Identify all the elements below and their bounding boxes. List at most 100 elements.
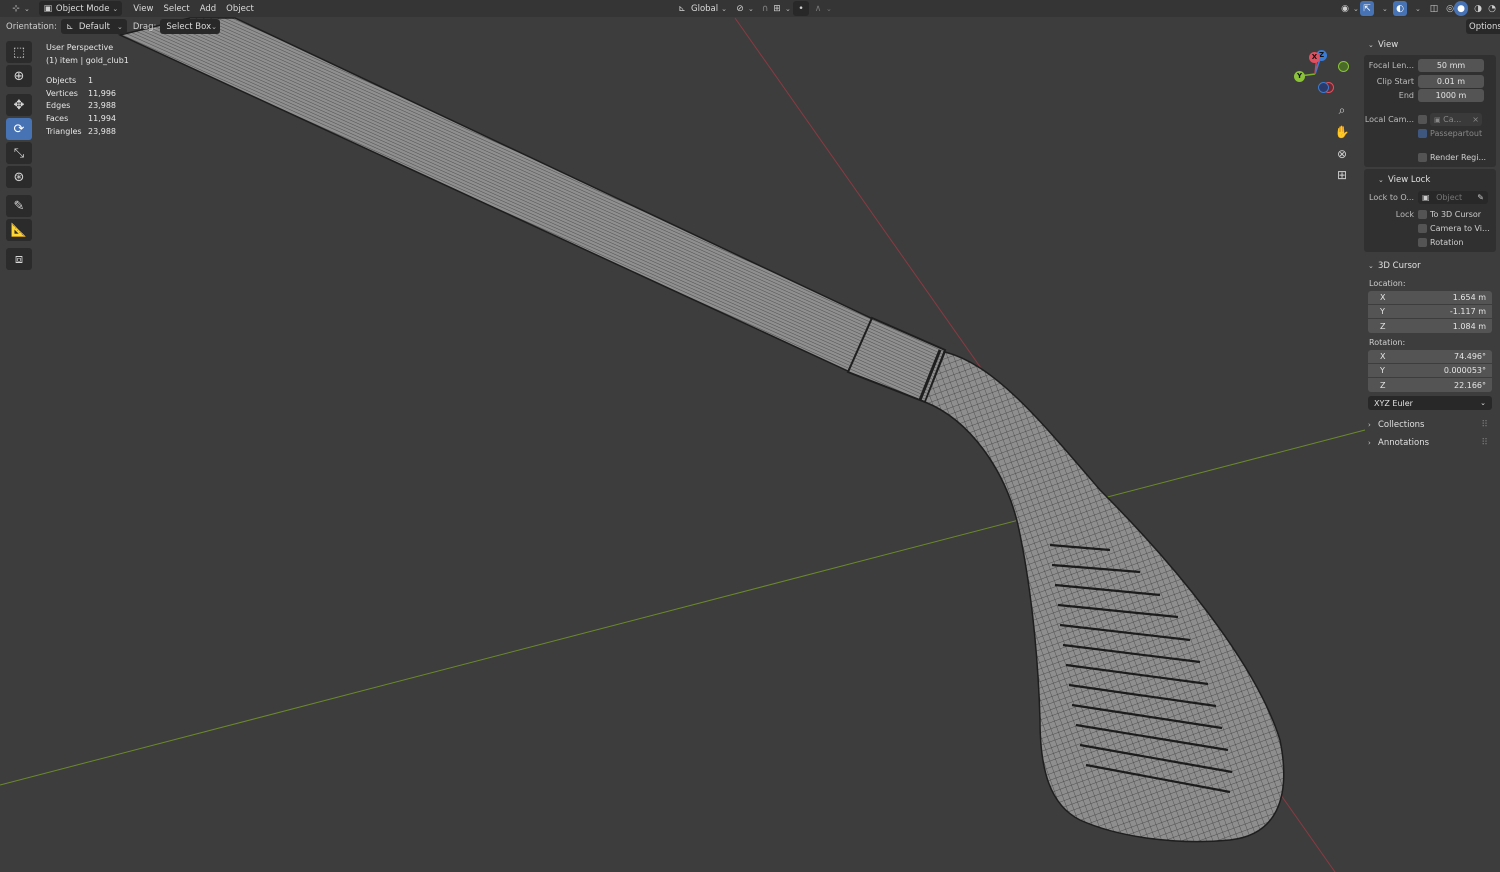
pan-hand-icon[interactable]: ✋ [1331,123,1353,141]
drag-handle-icon[interactable]: ⠿ [1481,420,1496,430]
lock-to-cursor-checkbox[interactable] [1418,209,1427,219]
editor-type-icon: ⊹ [12,3,20,14]
axis-label: Y [1380,366,1385,375]
drag-handle-icon[interactable]: ⠿ [1481,438,1496,448]
axis-value: 22.166° [1454,380,1486,390]
stat-key: Triangles [46,126,82,136]
zoom-icon[interactable]: ⌕ [1331,101,1353,119]
add-cube-icon[interactable]: ⧈ [6,248,32,270]
select-box-icon[interactable]: ⬚ [6,41,32,63]
view-panel-header[interactable]: ⌄ View [1364,35,1496,55]
rotation-mode-dropdown[interactable]: XYZ Euler ⌄ [1368,396,1492,410]
move-icon[interactable]: ✥ [6,94,32,116]
lock-rotation-checkbox[interactable] [1418,237,1427,247]
transform-icon[interactable]: ⊛ [6,166,32,188]
view-lock-header[interactable]: ⌄ View Lock [1364,172,1496,188]
menu-select[interactable]: Select [158,1,194,16]
gizmo-neg-y-axis[interactable] [1338,61,1349,72]
gizmo-neg-z-axis[interactable] [1318,82,1329,93]
overlays-toggle[interactable]: ◐ [1393,1,1407,16]
camera-to-view-checkbox[interactable] [1418,223,1427,233]
rendered-shading-icon: ◔ [1488,3,1496,14]
scale-icon[interactable]: ⤡ [6,142,32,164]
perspective-grid-icon[interactable]: ⊞ [1331,166,1353,184]
focal-length-field[interactable]: 50 mm [1418,58,1484,72]
transform-orientation-dropdown[interactable]: ⊾ Global ⌄ [672,1,732,16]
viewport-scene[interactable] [0,0,1500,872]
passepartout-label: Passepartout [1430,128,1483,138]
object-icon: ▣ [1422,192,1430,202]
stat-row: Objects 1 [46,75,129,88]
orientation-global-icon: ⊾ [678,3,686,14]
orientation-default-icon: ⊾ [66,21,74,32]
menu-view[interactable]: View [128,1,158,16]
collections-title: Collections [1378,420,1425,430]
gizmo-dropdown[interactable]: ⌄ [1374,1,1393,16]
view-name: User Perspective [46,43,114,52]
gizmo-x-axis[interactable]: X [1309,52,1320,63]
camera-view-icon[interactable]: ⊗ [1331,145,1353,163]
cursor-location-x[interactable]: X 1.654 m [1368,291,1492,305]
gizmo-toggle[interactable]: ⇱ [1360,1,1374,16]
solid-shading-icon: ● [1457,3,1465,14]
menu-add[interactable]: Add [195,1,221,16]
cursor-panel: Location: X 1.654 m Y -1.117 m Z 1.084 m Ro… [1364,277,1496,410]
axis-value: 1.084 m [1452,321,1486,331]
local-camera-field[interactable]: ▣ Ca... × [1430,112,1482,126]
selection-info: (1) item | gold_club1 [46,55,129,65]
axis-value: -1.117 m [1449,307,1486,316]
clip-start-field[interactable]: 0.01 m [1418,74,1484,88]
sidebar-n-panel: ⌄ View Focal Len... 50 mm Clip Start 0.01 … [1364,35,1496,452]
orientation-dropdown[interactable]: ⊾ Default ⌄ [60,19,127,34]
rotate-icon[interactable]: ⟳ [6,118,32,140]
axis-label: Y [1380,307,1385,316]
cursor-icon[interactable]: ⊕ [6,65,32,87]
measure-icon[interactable]: 📐 [6,219,32,241]
cursor-location-y[interactable]: Y -1.117 m [1368,305,1492,319]
render-region-checkbox[interactable] [1418,152,1427,162]
cursor-rotation-y[interactable]: Y 0.000053° [1368,364,1492,378]
camera-icon: ▣ [1434,115,1441,124]
location-label: Location: [1369,279,1406,288]
eyedropper-icon[interactable]: ✎ [1477,191,1484,204]
drag-dropdown[interactable]: Select Box ⌄ [160,19,221,34]
navigation-gizmo[interactable]: Z X Y [1287,44,1351,100]
options-button[interactable]: Options [1466,19,1500,34]
stat-value: 11,994 [88,113,116,123]
cursor-rotation-x[interactable]: X 74.496° [1368,350,1492,364]
snap-target-dropdown[interactable]: ⊞ ⌄ [767,1,796,16]
close-icon[interactable]: × [1472,113,1479,126]
club-shaft[interactable] [117,17,877,373]
falloff-dropdown[interactable]: ∧ ⌄ [808,1,837,16]
mode-dropdown[interactable]: ▣ Object Mode ⌄ [38,1,123,16]
annotations-panel-header[interactable]: › Annotations ⠿ [1364,434,1496,452]
shading-solid[interactable]: ● [1454,1,1468,16]
3d-viewport[interactable]: ⊹ ⌄ ▣ Object Mode ⌄ View Select Add Objec… [0,0,1500,872]
chevron-down-icon: ⌄ [1480,399,1486,407]
menu-object[interactable]: Object [221,1,259,16]
camera-to-view-label: Camera to Vi... [1430,223,1490,233]
axis-value: 74.496° [1454,352,1486,361]
annotate-icon[interactable]: ✎ [6,195,32,217]
chevron-right-icon: › [1368,421,1371,429]
editor-type-button[interactable]: ⊹ ⌄ [6,1,35,16]
overlays-icon: ◐ [1396,3,1404,14]
clip-end-field[interactable]: 1000 m [1418,88,1484,102]
tool-settings-header: Orientation: ⊾ Default ⌄ Drag: Select Bo… [0,18,1500,35]
clip-end-label: End [1398,90,1414,100]
collections-panel-header[interactable]: › Collections ⠿ [1364,416,1496,434]
focal-length-label: Focal Len... [1368,60,1414,70]
local-camera-checkbox[interactable] [1418,114,1427,124]
cursor-panel-header[interactable]: ⌄ 3D Cursor [1364,256,1496,276]
gizmo-y-axis[interactable]: Y [1294,71,1305,82]
view-panel: Focal Len... 50 mm Clip Start 0.01 m End 10… [1364,55,1496,167]
passepartout-checkbox[interactable] [1418,128,1427,138]
axis-label: X [1380,293,1386,302]
selectability-icon: ◉ [1341,3,1349,14]
cursor-location-z[interactable]: Z 1.084 m [1368,319,1492,333]
cursor-rotation-z[interactable]: Z 22.166° [1368,378,1492,392]
chevron-down-icon: ⌄ [1368,41,1374,49]
shading-rendered[interactable]: ◔ [1482,1,1500,16]
lock-to-object-field[interactable]: ▣ Object ✎ [1418,190,1488,204]
proportional-edit-toggle[interactable]: • [793,1,809,16]
